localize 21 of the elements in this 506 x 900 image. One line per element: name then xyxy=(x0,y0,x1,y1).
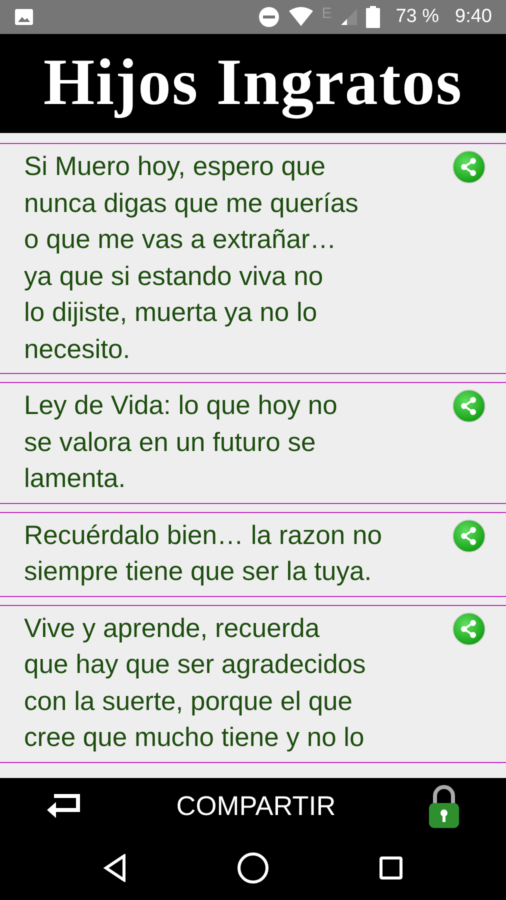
share-icon[interactable] xyxy=(452,518,486,552)
recents-icon[interactable] xyxy=(379,856,403,880)
quote-text: Vive y aprende, recuerda que hay que ser agradecidos con la suerte, porque el que cree que mucho tiene y no lo xyxy=(24,612,366,754)
clock: 9:40 xyxy=(455,4,492,29)
share-icon[interactable] xyxy=(452,612,486,646)
battery-icon xyxy=(366,6,380,28)
app-title: Hijos Ingratos xyxy=(43,45,463,122)
share-icon[interactable] xyxy=(452,150,486,184)
wifi-icon xyxy=(288,7,314,27)
padlock-icon[interactable] xyxy=(428,784,460,828)
signal-icon xyxy=(340,8,358,26)
do-not-disturb-icon xyxy=(258,6,280,28)
share-icon[interactable] xyxy=(452,389,486,423)
quote-text: Si Muero hoy, espero que nunca digas que me querías o que me vas a extrañar… ya que si estando viva no lo dijiste, muerta ya no lo necesito. xyxy=(24,150,358,366)
quote-text: Recuérdalo bien… la razon no siempre tiene que ser la tuya. xyxy=(24,518,382,588)
back-icon[interactable] xyxy=(103,854,127,882)
share-button[interactable]: COMPARTIR xyxy=(176,786,336,827)
battery-percentage: 73 % xyxy=(396,4,440,29)
quote-text: Ley de Vida: lo que hoy no se valora en un futuro se lamenta. xyxy=(24,389,338,495)
image-icon xyxy=(14,8,34,26)
home-icon[interactable] xyxy=(237,852,269,884)
